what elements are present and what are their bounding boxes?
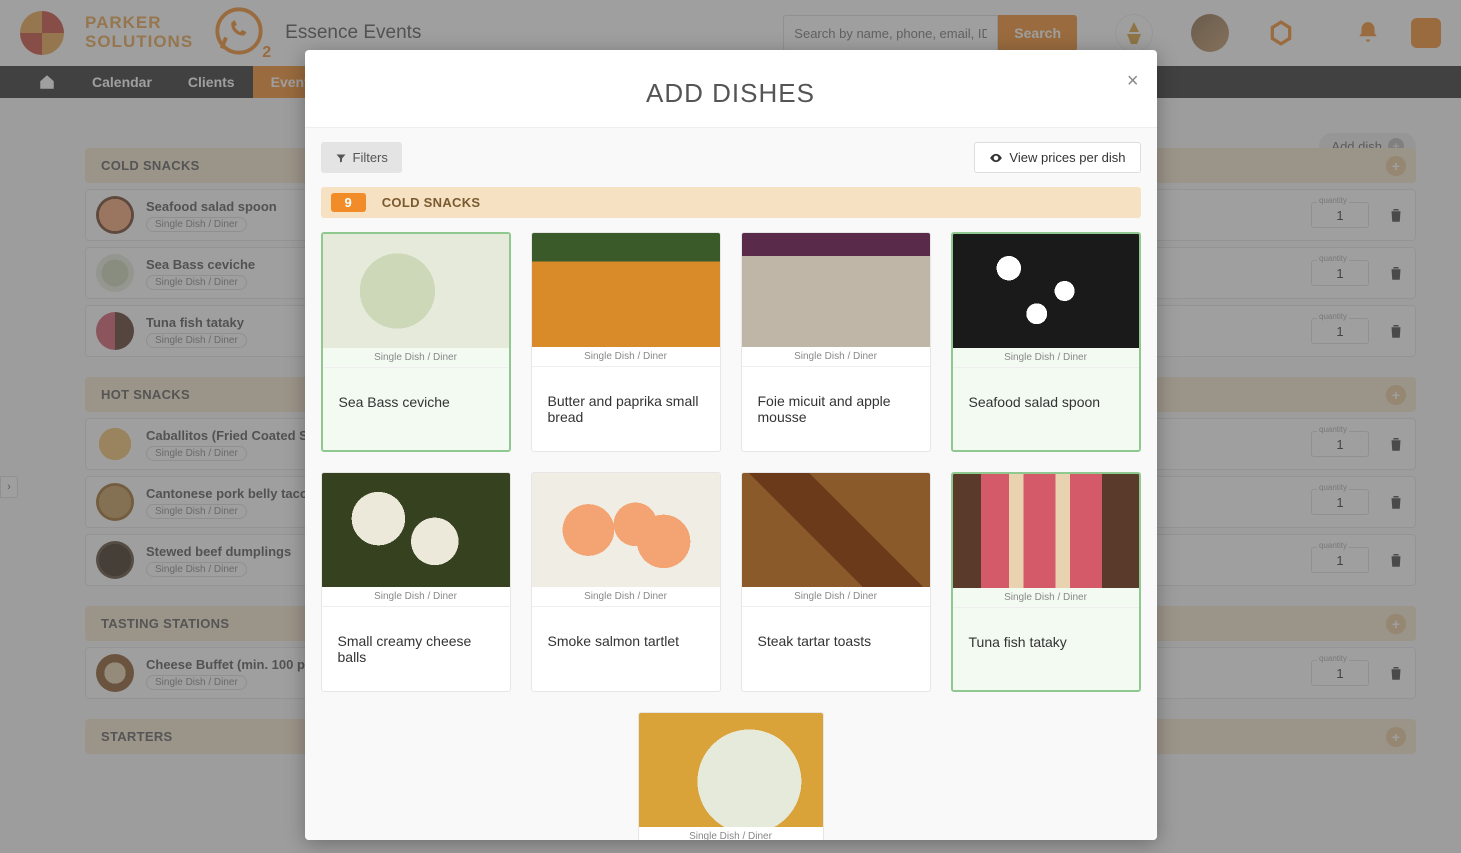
dish-card-image bbox=[953, 234, 1139, 348]
close-icon[interactable]: × bbox=[1127, 70, 1139, 93]
dish-card[interactable]: Single Dish / DinerTuna fish tataky bbox=[951, 472, 1141, 692]
dish-card[interactable]: Single Dish / DinerButter and paprika sm… bbox=[531, 232, 721, 452]
dish-card-type: Single Dish / Diner bbox=[532, 347, 720, 367]
modal-category-label: COLD SNACKS bbox=[382, 195, 481, 210]
dish-card-image bbox=[322, 473, 510, 587]
modal-body: 9 COLD SNACKS Single Dish / DinerSea Bas… bbox=[305, 187, 1157, 840]
dish-card[interactable]: Single Dish / DinerFoie micuit and apple… bbox=[741, 232, 931, 452]
modal-header: ADD DISHES × bbox=[305, 50, 1157, 128]
dish-card-image bbox=[532, 473, 720, 587]
modal-toolbar: Filters View prices per dish bbox=[305, 128, 1157, 187]
dish-cards-grid: Single Dish / DinerSea Bass cevicheSingl… bbox=[321, 232, 1141, 692]
dish-card-name: Steak tartar toasts bbox=[742, 607, 930, 691]
dish-card-name: Foie micuit and apple mousse bbox=[742, 367, 930, 451]
modal-title: ADD DISHES bbox=[325, 78, 1137, 109]
filter-icon bbox=[335, 152, 347, 164]
dish-card-image bbox=[532, 233, 720, 347]
dish-cards-grid-tail: Single Dish / Diner bbox=[321, 712, 1141, 840]
dish-card-name: Butter and paprika small bread bbox=[532, 367, 720, 451]
dish-card-name: Sea Bass ceviche bbox=[323, 368, 509, 450]
eye-icon bbox=[989, 151, 1003, 165]
filters-button[interactable]: Filters bbox=[321, 142, 402, 173]
dish-card[interactable]: Single Dish / DinerSmoke salmon tartlet bbox=[531, 472, 721, 692]
dish-card-image bbox=[742, 473, 930, 587]
dish-card-image bbox=[639, 713, 823, 827]
dish-card-type: Single Dish / Diner bbox=[953, 588, 1139, 608]
modal-category-bar: 9 COLD SNACKS bbox=[321, 187, 1141, 218]
dish-card-name: Small creamy cheese balls bbox=[322, 607, 510, 691]
dish-card-type: Single Dish / Diner bbox=[322, 587, 510, 607]
dish-card[interactable]: Single Dish / DinerSeafood salad spoon bbox=[951, 232, 1141, 452]
dish-card[interactable]: Single Dish / DinerSteak tartar toasts bbox=[741, 472, 931, 692]
dish-card-type: Single Dish / Diner bbox=[742, 347, 930, 367]
dish-card[interactable]: Single Dish / DinerSea Bass ceviche bbox=[321, 232, 511, 452]
dish-card-image bbox=[323, 234, 509, 348]
view-prices-label: View prices per dish bbox=[1009, 150, 1125, 165]
dish-card-name: Seafood salad spoon bbox=[953, 368, 1139, 450]
dish-card[interactable]: Single Dish / DinerSmall creamy cheese b… bbox=[321, 472, 511, 692]
dish-card-type: Single Dish / Diner bbox=[639, 827, 823, 840]
modal-category-count: 9 bbox=[331, 193, 366, 212]
dish-card-image bbox=[742, 233, 930, 347]
dish-card-type: Single Dish / Diner bbox=[323, 348, 509, 368]
filters-label: Filters bbox=[353, 150, 388, 165]
dish-card-name: Tuna fish tataky bbox=[953, 608, 1139, 690]
view-prices-button[interactable]: View prices per dish bbox=[974, 142, 1140, 173]
dish-card-type: Single Dish / Diner bbox=[532, 587, 720, 607]
dish-card-image bbox=[953, 474, 1139, 588]
dish-card-name: Smoke salmon tartlet bbox=[532, 607, 720, 691]
dish-card-type: Single Dish / Diner bbox=[742, 587, 930, 607]
dish-card[interactable]: Single Dish / Diner bbox=[638, 712, 824, 840]
dish-card-type: Single Dish / Diner bbox=[953, 348, 1139, 368]
add-dishes-modal: ADD DISHES × Filters View prices per dis… bbox=[305, 50, 1157, 840]
